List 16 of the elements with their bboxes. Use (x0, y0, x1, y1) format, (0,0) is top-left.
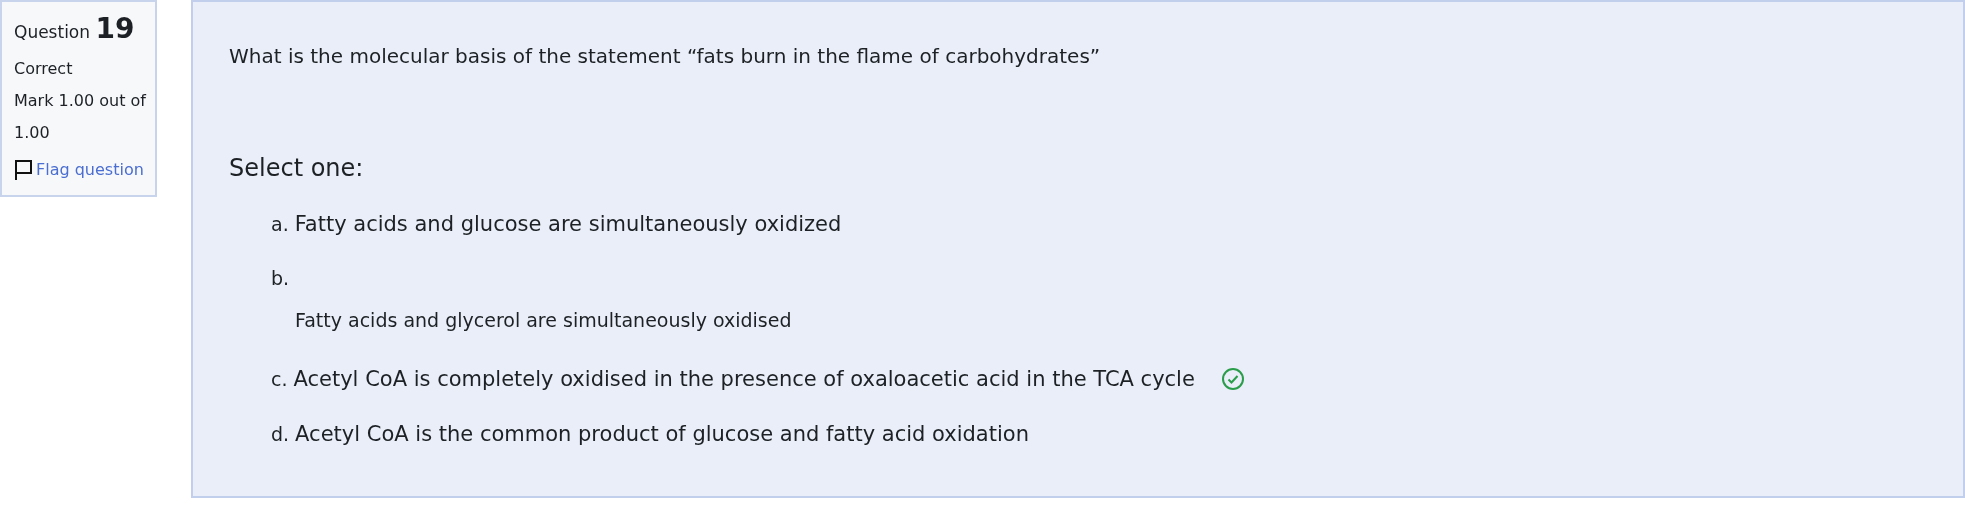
question-state: Correct (14, 58, 74, 80)
flag-icon[interactable] (14, 159, 34, 181)
option-text[interactable]: Fatty acids and glucose are simultaneously oxidized (294, 211, 842, 236)
option-text[interactable]: Fatty acids and glycerol are simultaneously oxidised (271, 309, 792, 331)
question-label: Question (14, 22, 91, 42)
question-number: 19 (95, 12, 135, 45)
option-letter: b. (271, 267, 290, 289)
option-letter: d. (271, 422, 290, 445)
question-text: What is the molecular basis of the statement “fats burn in the flame of carbohydrates” (229, 44, 1102, 68)
option-letter: a. (271, 212, 289, 235)
flag-question-link[interactable]: Flag question (36, 155, 144, 185)
option-letter: c. (271, 367, 288, 390)
option-text[interactable]: Acetyl CoA is the common product of glucose and fatty acid oxidation (295, 421, 1029, 446)
select-one-prompt: Select one: (229, 154, 365, 182)
option-text[interactable]: Acetyl CoA is completely oxidised in the presence of oxaloacetic acid in the TCA cycle (293, 366, 1195, 391)
question-mark: Mark 1.00 out of 1.00 (14, 90, 148, 144)
